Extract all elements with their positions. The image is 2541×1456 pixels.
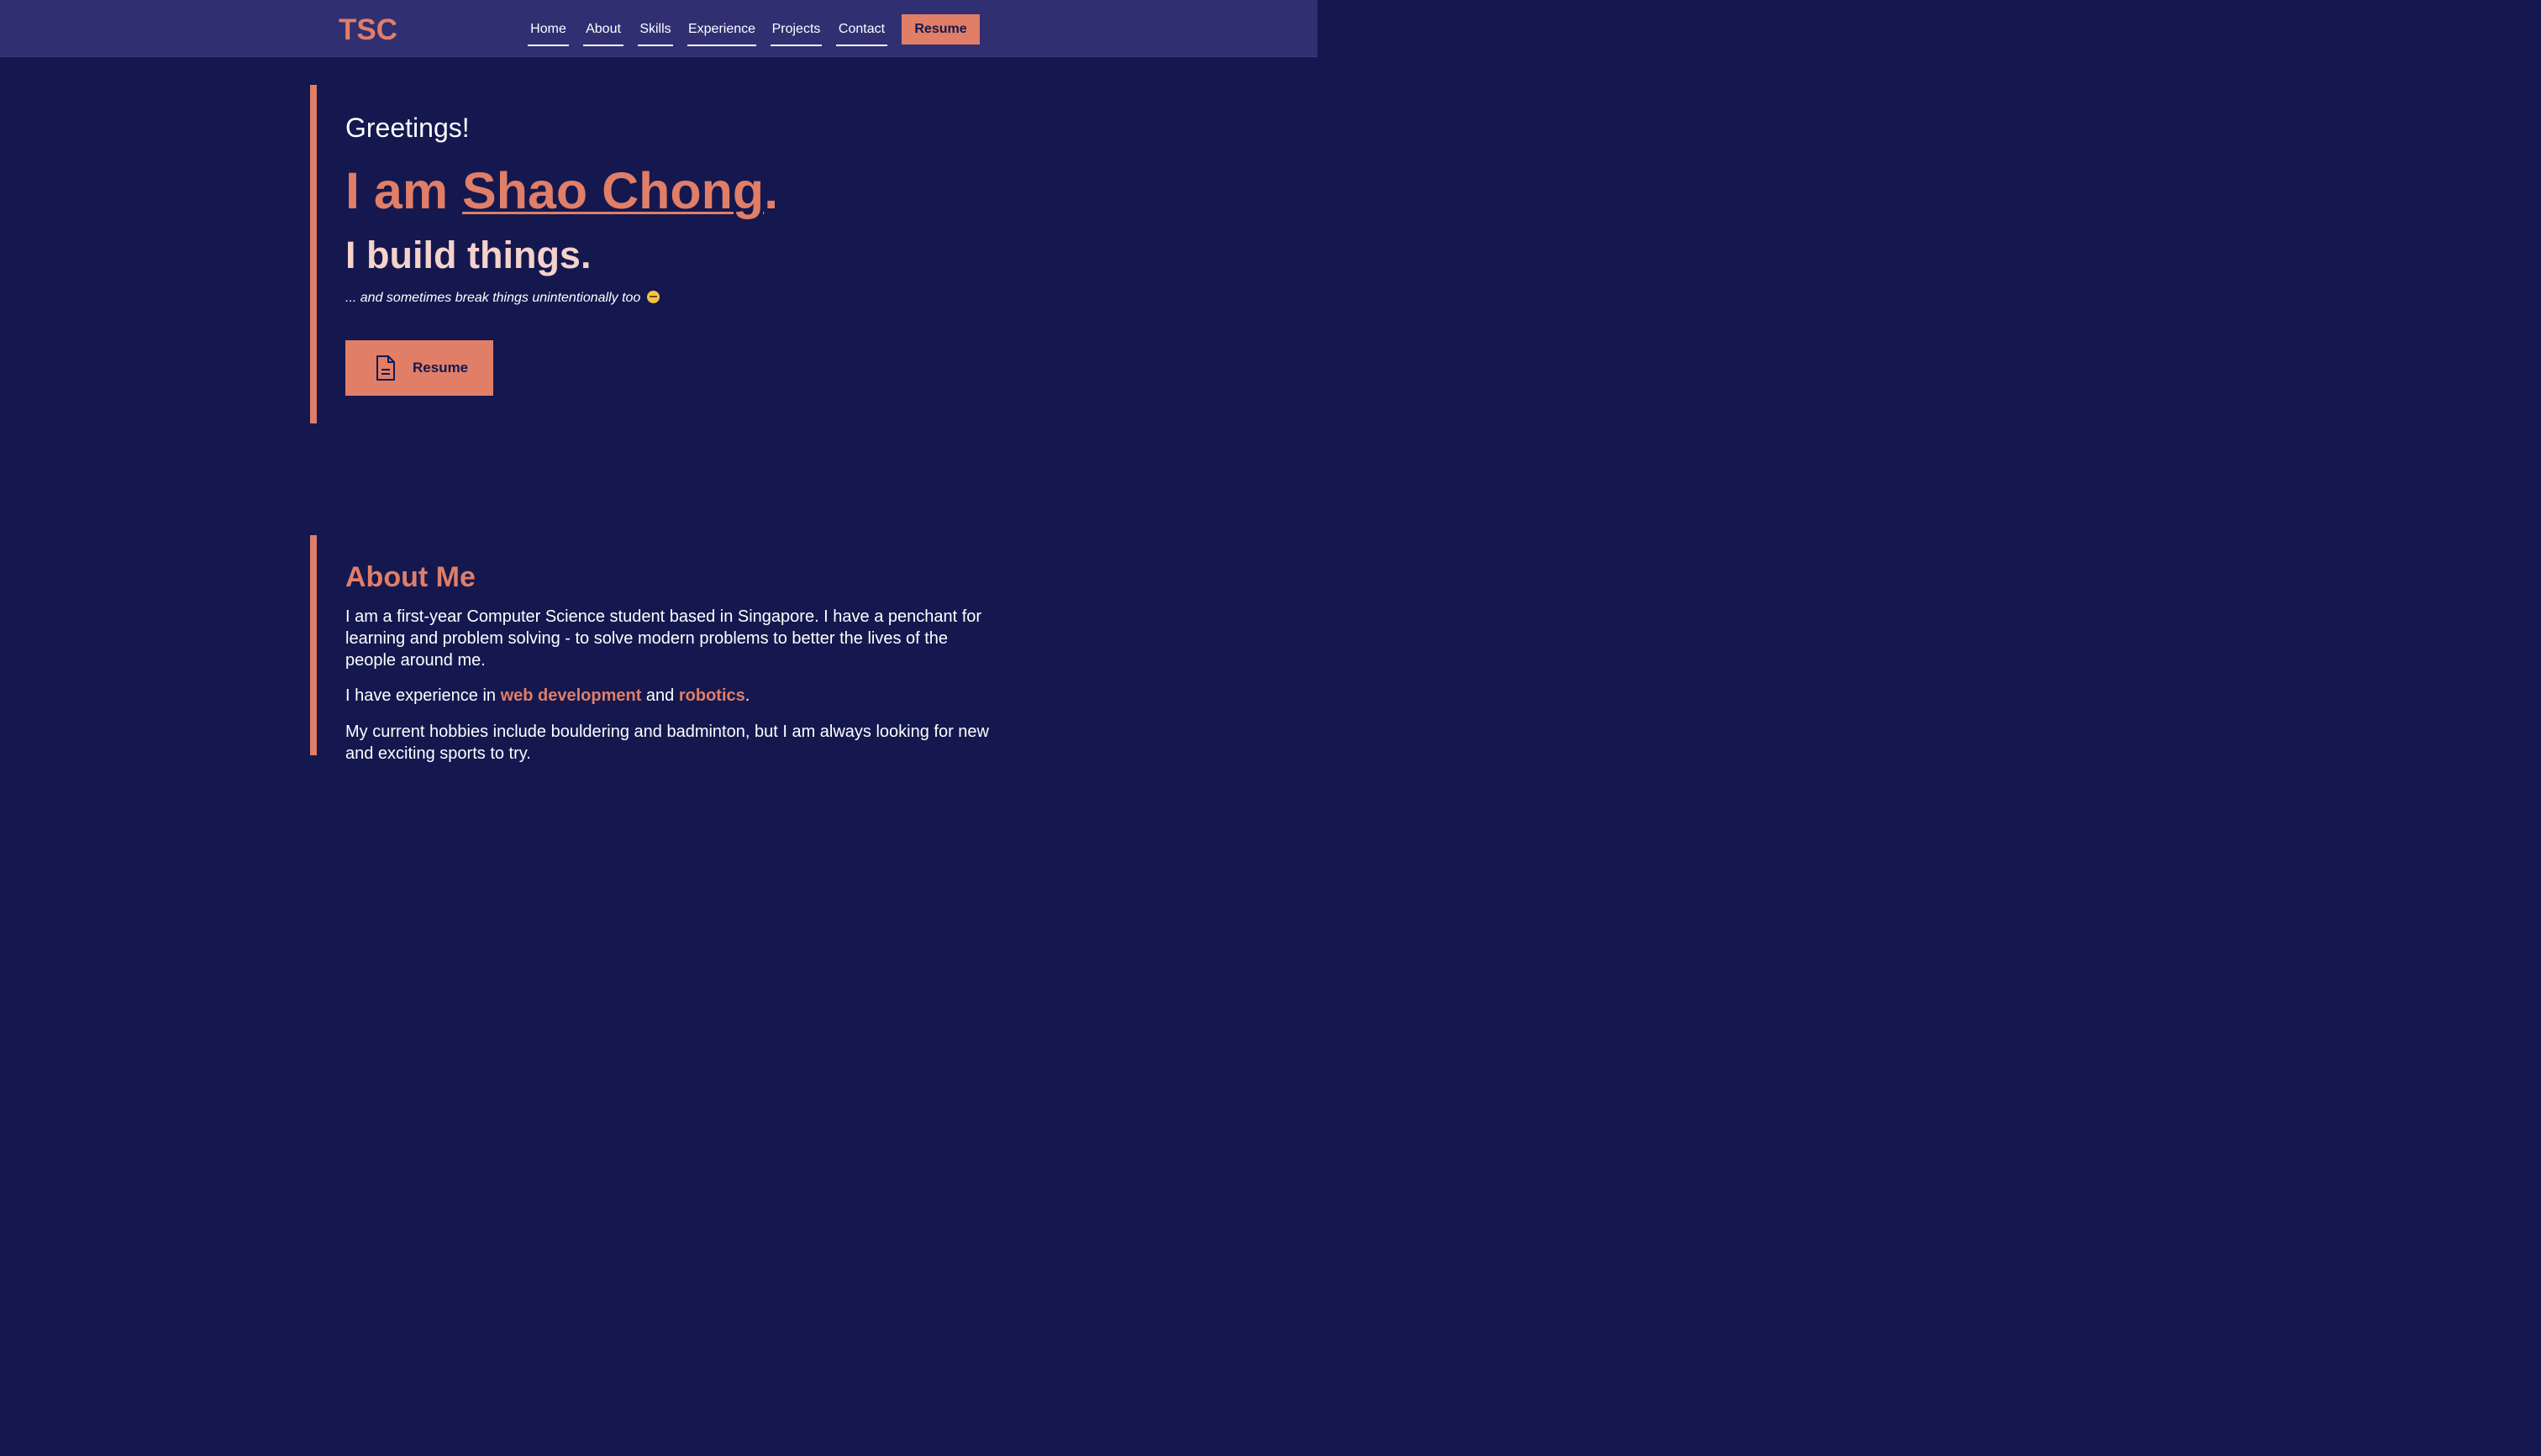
site-logo[interactable]: TSC [339,13,397,47]
hero-resume-label: Resume [413,360,469,376]
document-icon [376,355,395,381]
subtext-text: ... and sometimes break things unintenti… [345,291,641,305]
hero-greeting: Greetings! [345,113,470,143]
hero-subtext: ... and sometimes break things unintenti… [345,291,660,306]
hero-headline: I am Shao Chong. [345,161,778,220]
nav-link-experience[interactable]: Experience [687,21,756,46]
hero-resume-button[interactable]: Resume [345,340,493,396]
about-accent-bar [310,535,317,755]
highlight-web-development: web development [500,686,642,705]
about-p2-suffix: . [744,686,750,705]
nav-link-about[interactable]: About [583,21,623,46]
about-p2-prefix: I have experience in [345,686,501,705]
navbar: TSC Home About Skills Experience Project… [0,0,1318,57]
name-link[interactable]: Shao Chong [462,162,764,219]
about-paragraph-1: I am a first-year Computer Science stude… [345,607,982,670]
nav-link-contact[interactable]: Contact [836,21,887,46]
hero-accent-bar [310,85,317,423]
about-paragraph-3: My current hobbies include bouldering an… [345,723,989,763]
about-paragraph-2: I have experience in web development and… [345,685,984,707]
sweat-smile-emoji-icon [646,291,660,303]
highlight-robotics: robotics [678,686,745,705]
hero-tagline: I build things. [345,234,592,276]
nav-link-projects[interactable]: Projects [771,21,822,46]
about-p2-middle: and [641,686,679,705]
nav-link-home[interactable]: Home [528,21,569,46]
headline-prefix: I am [345,162,463,219]
headline-suffix: . [764,162,779,219]
nav-link-skills[interactable]: Skills [638,21,673,46]
nav-resume-button[interactable]: Resume [902,14,980,45]
about-title: About Me [345,561,476,593]
